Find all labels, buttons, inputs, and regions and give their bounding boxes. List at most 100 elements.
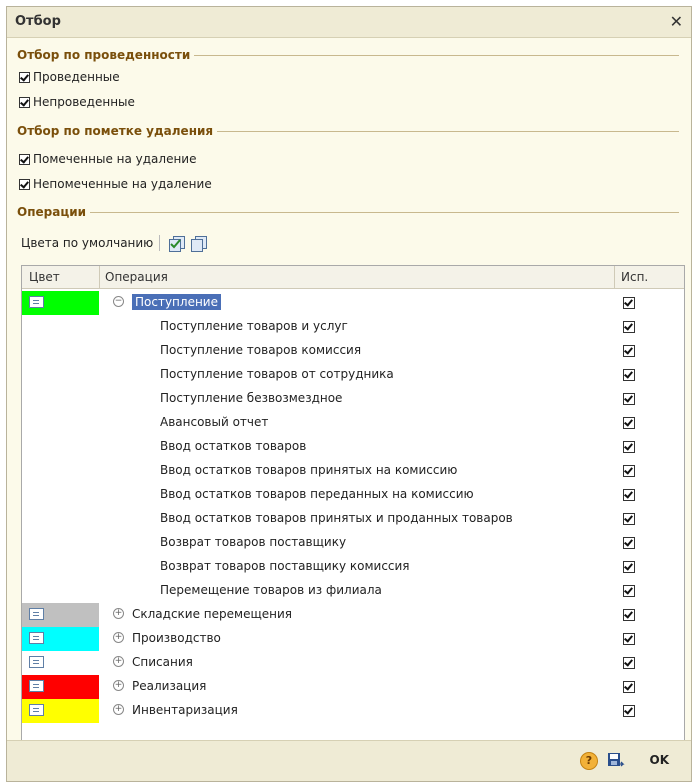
color-swatch[interactable] (22, 603, 99, 627)
operation-label: Производство (132, 631, 221, 645)
row-used-checkbox[interactable] (623, 321, 635, 333)
checkbox-marked-label: Помеченные на удаление (33, 152, 197, 166)
color-picker-icon[interactable] (29, 608, 44, 620)
table-row[interactable]: Ввод остатков товаров (22, 435, 684, 459)
help-icon[interactable]: ? (580, 752, 598, 770)
checkbox-posted-box[interactable] (19, 71, 30, 83)
row-used-checkbox[interactable] (623, 537, 635, 549)
table-row[interactable]: + Складские перемещения (22, 603, 684, 627)
table-row[interactable]: Ввод остатков товаров принятых и проданн… (22, 507, 684, 531)
row-used-checkbox[interactable] (623, 681, 635, 693)
color-picker-icon[interactable] (29, 680, 44, 692)
row-used-checkbox[interactable] (623, 417, 635, 429)
save-settings-icon[interactable] (607, 752, 625, 770)
operation-label: Ввод остатков товаров переданных на коми… (160, 487, 474, 501)
operation-label: Возврат товаров поставщику комиссия (160, 559, 410, 573)
color-swatch[interactable] (22, 699, 99, 723)
ok-button[interactable]: OK (650, 753, 670, 767)
table-row[interactable]: Поступление безвозмездное (22, 387, 684, 411)
checkbox-marked-deleted[interactable]: Помеченные на удаление (19, 150, 196, 168)
operation-label: Поступление товаров от сотрудника (160, 367, 394, 381)
color-swatch[interactable] (22, 651, 99, 675)
row-used-checkbox[interactable] (623, 345, 635, 357)
checkbox-unmarked-deleted[interactable]: Непомеченные на удаление (19, 175, 212, 193)
table-row[interactable]: Возврат товаров поставщику комиссия (22, 555, 684, 579)
operation-label: Возврат товаров поставщику (160, 535, 347, 549)
table-row[interactable]: + Реализация (22, 675, 684, 699)
uncheck-all-icon[interactable] (190, 236, 208, 252)
check-all-icon[interactable] (168, 236, 186, 252)
close-icon[interactable]: ✕ (670, 12, 683, 31)
group-operations-label: Операции (17, 205, 87, 219)
header-used[interactable]: Исп. (621, 270, 648, 284)
row-used-checkbox[interactable] (623, 657, 635, 669)
expand-icon[interactable]: + (113, 680, 124, 691)
row-used-checkbox[interactable] (623, 633, 635, 645)
table-header: Цвет Операция Исп. (22, 266, 684, 289)
default-colors-button[interactable]: Цвета по умолчанию (21, 236, 153, 250)
operation-label: Поступление товаров и услуг (160, 319, 348, 333)
checkbox-posted[interactable]: Проведенные (19, 68, 120, 86)
row-used-checkbox[interactable] (623, 489, 635, 501)
expand-icon[interactable]: + (113, 704, 124, 715)
color-swatch[interactable] (22, 675, 99, 699)
expand-icon[interactable]: + (113, 632, 124, 643)
group-posting-label: Отбор по проведенности (17, 48, 191, 62)
row-used-checkbox[interactable] (623, 465, 635, 477)
operations-toolbar: Цвета по умолчанию (21, 233, 212, 253)
row-used-checkbox[interactable] (623, 705, 635, 717)
color-picker-icon[interactable] (29, 296, 44, 308)
toolbar-separator (159, 235, 161, 251)
color-swatch[interactable] (22, 291, 99, 315)
operation-label: Складские перемещения (132, 607, 293, 621)
table-row[interactable]: Ввод остатков товаров переданных на коми… (22, 483, 684, 507)
operation-label: Поступление товаров комиссия (160, 343, 362, 357)
row-used-checkbox[interactable] (623, 609, 635, 621)
row-used-checkbox[interactable] (623, 369, 635, 381)
table-row[interactable]: Поступление товаров и услуг (22, 315, 684, 339)
table-row[interactable]: Ввод остатков товаров принятых на комисс… (22, 459, 684, 483)
checkbox-marked-box[interactable] (19, 153, 30, 165)
row-used-checkbox[interactable] (623, 297, 635, 309)
table-row[interactable]: Авансовый отчет (22, 411, 684, 435)
header-operation[interactable]: Операция (105, 270, 168, 284)
table-row[interactable]: + Производство (22, 627, 684, 651)
group-posting-title: Отбор по проведенности (17, 46, 679, 64)
title-bar: Отбор ✕ (7, 7, 691, 38)
row-used-checkbox[interactable] (623, 561, 635, 573)
checkbox-unmarked-box[interactable] (19, 178, 30, 190)
row-used-checkbox[interactable] (623, 513, 635, 525)
checkbox-unposted[interactable]: Непроведенные (19, 93, 135, 111)
collapse-icon[interactable]: − (113, 296, 124, 307)
table-row[interactable]: + Списания (22, 651, 684, 675)
dialog-title: Отбор (15, 14, 61, 29)
group-deletion-title: Отбор по пометке удаления (17, 122, 679, 140)
table-row[interactable]: − Поступление (22, 291, 684, 315)
color-picker-icon[interactable] (29, 632, 44, 644)
expand-icon[interactable]: + (113, 608, 124, 619)
operation-label: Перемещение товаров из филиала (160, 583, 382, 597)
operation-label: Инвентаризация (132, 703, 238, 717)
checkbox-unposted-label: Непроведенные (33, 95, 135, 109)
operation-label: Поступление (132, 294, 221, 310)
color-swatch[interactable] (22, 627, 99, 651)
table-row[interactable]: Перемещение товаров из филиала (22, 579, 684, 603)
row-used-checkbox[interactable] (623, 441, 635, 453)
table-row[interactable]: Поступление товаров комиссия (22, 339, 684, 363)
expand-icon[interactable]: + (113, 656, 124, 667)
group-operations-title: Операции (17, 203, 679, 221)
group-divider (90, 211, 679, 213)
header-color[interactable]: Цвет (29, 270, 60, 284)
checkbox-unposted-box[interactable] (19, 96, 30, 108)
row-used-checkbox[interactable] (623, 393, 635, 405)
dialog-footer: ? OK (7, 740, 691, 781)
color-picker-icon[interactable] (29, 656, 44, 668)
table-row[interactable]: + Инвентаризация (22, 699, 684, 723)
operation-label: Поступление безвозмездное (160, 391, 343, 405)
checkbox-unmarked-label: Непомеченные на удаление (33, 177, 212, 191)
table-row[interactable]: Поступление товаров от сотрудника (22, 363, 684, 387)
row-used-checkbox[interactable] (623, 585, 635, 597)
color-picker-icon[interactable] (29, 704, 44, 716)
operation-label: Авансовый отчет (160, 415, 269, 429)
table-row[interactable]: Возврат товаров поставщику (22, 531, 684, 555)
